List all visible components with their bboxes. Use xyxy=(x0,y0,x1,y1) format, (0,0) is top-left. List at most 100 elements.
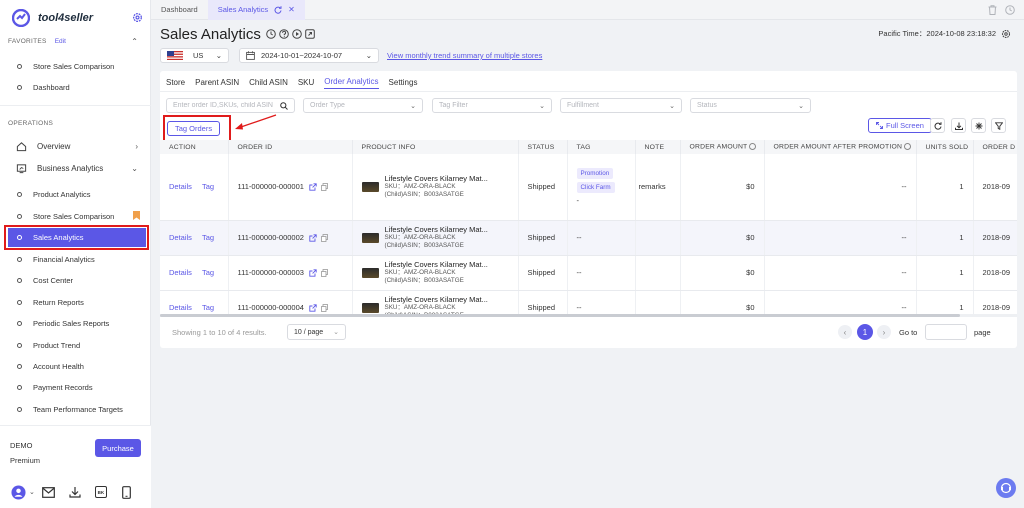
chat-support-button[interactable] xyxy=(996,478,1016,498)
sidebar-item-financial-analytics[interactable]: Financial Analytics xyxy=(8,249,146,269)
refresh-button[interactable] xyxy=(930,118,945,133)
tab-sales-analytics[interactable]: Sales Analytics ✕ xyxy=(207,0,305,20)
subtab-child-asin[interactable]: Child ASIN xyxy=(249,75,288,89)
product-title[interactable]: Lifestyle Covers Kilarney Mat... xyxy=(385,225,488,234)
tag-filter-select[interactable]: Tag Filter ⌄ xyxy=(432,98,552,113)
sidebar-item-sales-analytics[interactable]: Sales Analytics xyxy=(8,228,146,247)
clock-icon[interactable] xyxy=(266,29,276,39)
marketplace-select[interactable]: US ⌄ xyxy=(160,48,229,63)
sidebar-fav-dashboard[interactable]: Dashboard xyxy=(8,77,146,97)
divider xyxy=(0,105,151,106)
copy-icon[interactable] xyxy=(321,183,328,192)
next-page-button[interactable]: › xyxy=(877,325,891,339)
product-thumbnail[interactable] xyxy=(361,232,379,243)
info-icon[interactable] xyxy=(904,143,912,151)
chevron-down-icon[interactable]: ⌄ xyxy=(29,488,35,496)
fulfillment-select[interactable]: Fulfillment ⌄ xyxy=(560,98,682,113)
subtab-settings[interactable]: Settings xyxy=(389,75,418,89)
search-icon[interactable] xyxy=(280,101,288,110)
subtab-order-analytics[interactable]: Order Analytics xyxy=(324,75,379,89)
order-type-select[interactable]: Order Type ⌄ xyxy=(303,98,423,113)
copy-icon[interactable] xyxy=(321,304,328,312)
sidebar-item-account-health[interactable]: Account Health xyxy=(8,356,146,376)
bar-chart-icon xyxy=(16,163,27,174)
prev-page-button[interactable]: ‹ xyxy=(838,325,852,339)
help-icon[interactable] xyxy=(279,29,289,39)
details-link[interactable]: Details xyxy=(169,303,192,312)
sidebar-item-product-trend[interactable]: Product Trend xyxy=(8,335,146,355)
clock-icon[interactable] xyxy=(1005,5,1015,15)
tag-link[interactable]: Tag xyxy=(202,233,214,242)
external-link-icon[interactable] xyxy=(309,304,317,312)
settings-icon[interactable] xyxy=(1001,29,1011,39)
user-avatar-icon[interactable] xyxy=(11,484,26,500)
mail-icon[interactable] xyxy=(41,486,55,498)
download-icon[interactable] xyxy=(69,486,81,498)
full-screen-button[interactable]: Full Screen xyxy=(868,118,932,133)
column-header: NOTE xyxy=(635,140,681,154)
copy-icon[interactable] xyxy=(321,269,328,277)
trash-icon[interactable] xyxy=(988,5,997,15)
favorites-edit-link[interactable]: Edit xyxy=(55,38,66,45)
details-link[interactable]: Details xyxy=(169,268,192,277)
copy-icon[interactable] xyxy=(321,234,328,242)
product-thumbnail[interactable] xyxy=(361,181,379,192)
bookmark-icon[interactable] xyxy=(133,211,140,220)
date-range-picker[interactable]: 2024-10-01~2024-10-07 ⌄ xyxy=(239,48,379,63)
sidebar-group-overview[interactable]: Overview › xyxy=(8,136,146,156)
product-title[interactable]: Lifestyle Covers Kilarney Mat... xyxy=(385,295,488,304)
sidebar-item-payment-records[interactable]: Payment Records xyxy=(8,377,146,397)
play-icon[interactable] xyxy=(292,29,302,39)
tag-link[interactable]: Tag xyxy=(202,182,214,191)
settings-icon[interactable] xyxy=(132,12,143,23)
export-icon[interactable] xyxy=(305,29,315,39)
page-size-select[interactable]: 10 / page ⌄ xyxy=(287,324,346,340)
external-link-icon[interactable] xyxy=(309,269,317,277)
product-title[interactable]: Lifestyle Covers Kilarney Mat... xyxy=(385,260,488,269)
trend-summary-link[interactable]: View monthly trend summary of multiple s… xyxy=(387,51,542,60)
sidebar-item-cost-center[interactable]: Cost Center xyxy=(8,270,146,290)
columns-button[interactable] xyxy=(971,118,986,133)
horizontal-scrollbar[interactable] xyxy=(160,314,1017,317)
tag-link[interactable]: Tag xyxy=(202,303,214,312)
subtab-sku[interactable]: SKU xyxy=(298,75,314,89)
bk-badge-icon[interactable]: BK xyxy=(94,486,107,498)
goto-page-input[interactable] xyxy=(925,324,967,340)
sidebar-item-store-sales-comparison[interactable]: Store Sales Comparison xyxy=(8,206,146,226)
sidebar-item-team-performance-targets[interactable]: Team Performance Targets xyxy=(8,399,146,419)
tab-dashboard[interactable]: Dashboard xyxy=(151,0,208,20)
page-number-current[interactable]: 1 xyxy=(857,324,873,340)
order-date-cell: 2018-09 xyxy=(973,220,1017,256)
filter-button[interactable] xyxy=(991,118,1006,133)
status-select[interactable]: Status ⌄ xyxy=(690,98,811,113)
external-link-icon[interactable] xyxy=(309,234,317,242)
sidebar-item-return-reports[interactable]: Return Reports xyxy=(8,292,146,312)
sidebar-item-periodic-sales-reports[interactable]: Periodic Sales Reports xyxy=(8,313,146,333)
sidebar-group-business-analytics[interactable]: Business Analytics ⌄ xyxy=(8,158,146,178)
product-thumbnail[interactable] xyxy=(361,302,379,313)
chevron-up-icon[interactable]: ⌃ xyxy=(131,37,138,46)
info-icon[interactable] xyxy=(749,143,757,151)
refresh-icon[interactable] xyxy=(274,5,282,14)
subtab-parent-asin[interactable]: Parent ASIN xyxy=(195,75,239,89)
sidebar-item-product-analytics[interactable]: Product Analytics xyxy=(8,184,146,204)
page-label: page xyxy=(974,328,991,337)
subtab-store[interactable]: Store xyxy=(166,75,185,89)
logo[interactable]: tool4seller xyxy=(12,9,93,27)
scrollbar-thumb[interactable] xyxy=(160,314,960,317)
purchase-button[interactable]: Purchase xyxy=(95,439,141,457)
tag-link[interactable]: Tag xyxy=(202,268,214,277)
close-icon[interactable]: ✕ xyxy=(288,5,295,14)
download-button[interactable] xyxy=(951,118,966,133)
status-cell: Shipped xyxy=(518,255,568,291)
details-link[interactable]: Details xyxy=(169,182,192,191)
tag-orders-button[interactable]: Tag Orders xyxy=(167,121,221,136)
sidebar-fav-store-sales-comparison[interactable]: Store Sales Comparison xyxy=(8,56,146,76)
tab-bar: Dashboard Sales Analytics ✕ xyxy=(151,0,1024,20)
product-thumbnail[interactable] xyxy=(361,267,379,278)
product-title[interactable]: Lifestyle Covers Kilarney Mat... xyxy=(385,174,488,183)
external-link-icon[interactable] xyxy=(309,183,317,191)
phone-icon[interactable] xyxy=(121,485,131,499)
details-link[interactable]: Details xyxy=(169,233,192,242)
search-input[interactable]: Enter order ID,SKUs, child ASIN xyxy=(166,98,295,113)
